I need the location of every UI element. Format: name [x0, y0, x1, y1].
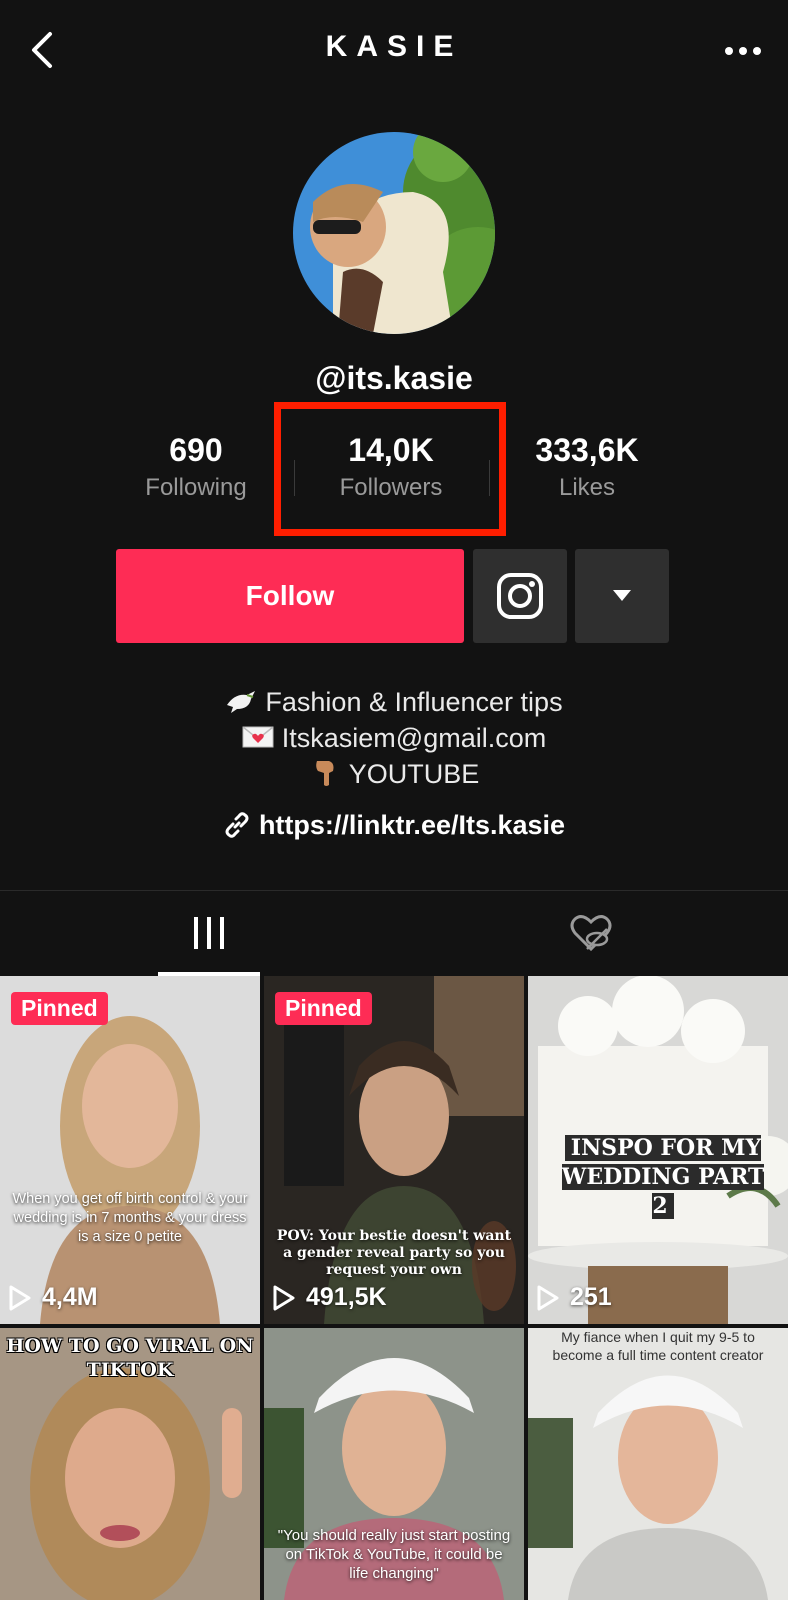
play-outline-icon — [9, 1285, 31, 1310]
following-count: 690 — [169, 432, 223, 468]
video-thumbnail[interactable]: Pinned POV: Your bestie doesn't want a g… — [264, 976, 524, 1324]
avatar[interactable] — [293, 132, 495, 334]
more-options-button[interactable] — [718, 36, 768, 66]
following-label: Following — [145, 474, 247, 501]
followers-highlight-box — [274, 402, 506, 536]
video-caption: HOW TO GO VIRAL ON TIKTOK — [6, 1335, 254, 1381]
love-letter-emoji-icon — [242, 726, 274, 748]
top-bar: KASIE — [0, 0, 788, 104]
bio-line: Itskasiem@gmail.com — [0, 720, 788, 756]
follow-button[interactable]: Follow — [116, 549, 464, 643]
profile-title: KASIE — [325, 30, 463, 63]
dove-emoji-icon — [227, 691, 256, 713]
stat-following[interactable]: 690 Following — [106, 430, 286, 506]
view-count: 251 — [536, 1283, 612, 1312]
bio-link-text: https://linktr.ee/Its.kasie — [258, 810, 566, 840]
view-count-text: 491,5K — [306, 1283, 387, 1311]
hidden-heart-icon — [570, 915, 612, 952]
video-caption: INSPO FOR MY WEDDING PART 2 — [552, 1134, 774, 1221]
video-thumbnail[interactable]: INSPO FOR MY WEDDING PART 2 251 — [528, 976, 788, 1324]
bio-text: YOUTUBE — [348, 759, 480, 789]
video-caption: "You should really just start posting on… — [277, 1527, 511, 1582]
profile-handle: @its.kasie — [315, 360, 473, 396]
tab-videos[interactable] — [15, 891, 403, 975]
more-horizontal-icon — [725, 47, 733, 55]
pinned-badge: Pinned — [275, 992, 372, 1025]
play-outline-icon — [273, 1285, 295, 1310]
dot — [739, 47, 747, 55]
video-caption-text: INSPO FOR MY WEDDING PART 2 — [561, 1135, 765, 1219]
video-thumbnail[interactable]: HOW TO GO VIRAL ON TIKTOK — [0, 1328, 260, 1600]
stat-likes: 333,6K Likes — [497, 430, 677, 506]
view-count-text: 4,4M — [42, 1283, 98, 1311]
bio-line: Fashion & Influencer tips — [0, 684, 788, 720]
video-thumbnail[interactable]: "You should really just start posting on… — [264, 1328, 524, 1600]
video-thumbnail[interactable]: My fiance when I quit my 9-5 to become a… — [528, 1328, 788, 1600]
link-icon — [225, 812, 249, 838]
video-thumbnail[interactable]: Pinned When you get off birth control & … — [0, 976, 260, 1324]
instagram-button[interactable] — [473, 549, 567, 643]
video-caption: My fiance when I quit my 9-5 to become a… — [552, 1329, 764, 1363]
pointing-down-emoji-icon — [315, 761, 334, 786]
likes-label: Likes — [558, 474, 616, 501]
instagram-icon — [497, 573, 543, 619]
bio-text: Fashion & Influencer tips — [265, 687, 563, 717]
dot — [753, 47, 761, 55]
caret-down-icon — [613, 590, 631, 601]
video-grid: Pinned When you get off birth control & … — [0, 976, 788, 1600]
view-count: 491,5K — [272, 1283, 387, 1312]
bio-line: YOUTUBE — [0, 756, 788, 792]
video-caption: When you get off birth control & your we… — [12, 1191, 248, 1245]
content-tabs — [0, 891, 788, 975]
view-count-text: 251 — [570, 1283, 612, 1311]
bio: Fashion & Influencer tips Itskasiem@gmai… — [0, 684, 788, 792]
pinned-badge: Pinned — [11, 992, 108, 1025]
grid-bars-icon — [194, 917, 224, 949]
suggested-accounts-button[interactable] — [575, 549, 669, 643]
view-count: 4,4M — [8, 1283, 98, 1312]
tab-liked[interactable] — [394, 891, 788, 975]
video-caption: POV: Your bestie doesn't want a gender r… — [276, 1228, 512, 1278]
likes-count: 333,6K — [535, 432, 639, 468]
bio-text: Itskasiem@gmail.com — [281, 723, 547, 753]
play-outline-icon — [537, 1285, 559, 1310]
bio-link[interactable]: https://linktr.ee/Its.kasie — [0, 810, 788, 841]
